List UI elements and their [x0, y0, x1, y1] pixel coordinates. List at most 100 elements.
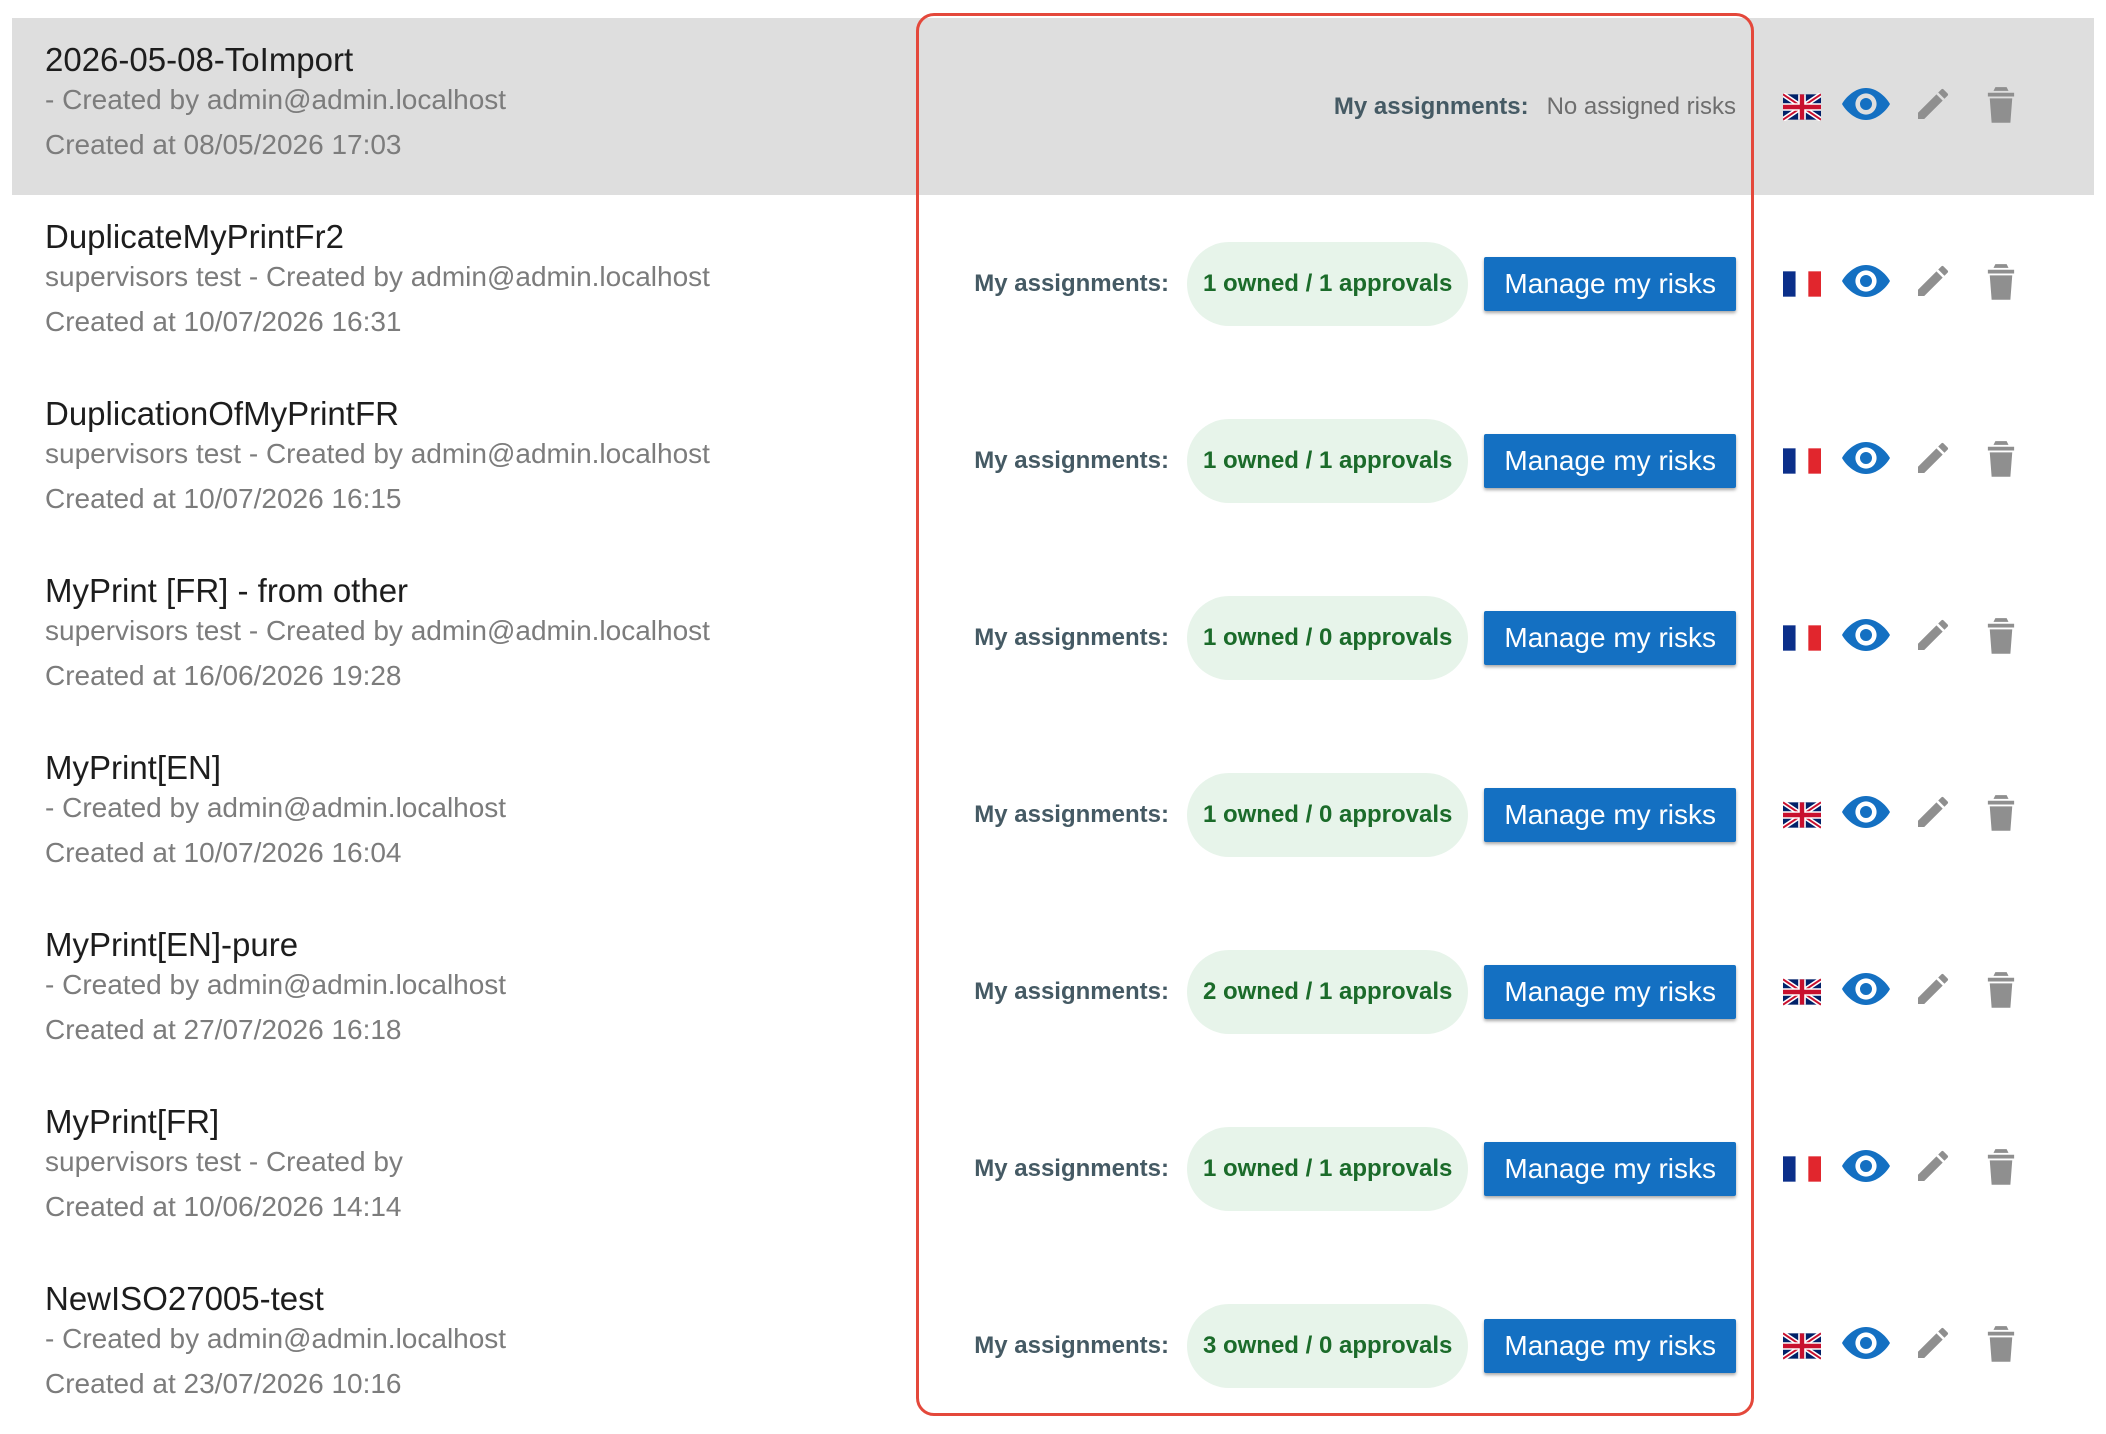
uk-flag-icon — [1782, 903, 1822, 1080]
eye-icon[interactable] — [1840, 1080, 1892, 1257]
fr-flag-icon — [1782, 195, 1822, 372]
trash-icon[interactable] — [1984, 1257, 2018, 1434]
trash-icon[interactable] — [1984, 372, 2018, 549]
item-info: DuplicationOfMyPrintFR supervisors test … — [45, 394, 710, 521]
item-title[interactable]: MyPrint[EN]-pure — [45, 925, 506, 965]
item-title[interactable]: MyPrint [FR] - from other — [45, 571, 710, 611]
eye-icon[interactable] — [1840, 1257, 1892, 1434]
assignment-count-badge: 3 owned / 0 approvals — [1186, 1303, 1469, 1388]
assignments-area: My assignments: 1 owned / 1 approvals Ma… — [974, 195, 1736, 372]
assignments-area: My assignments: 1 owned / 1 approvals Ma… — [974, 372, 1736, 549]
item-title[interactable]: MyPrint[EN] — [45, 748, 506, 788]
uk-flag-icon — [1782, 726, 1822, 903]
fr-flag-icon — [1782, 1080, 1822, 1257]
item-title[interactable]: NewISO27005-test — [45, 1279, 506, 1319]
item-subtitle: - Created by admin@admin.localhost — [45, 84, 507, 115]
trash-icon[interactable] — [1984, 549, 2018, 726]
item-title[interactable]: DuplicateMyPrintFr2 — [45, 217, 710, 257]
assignment-count-badge: 1 owned / 0 approvals — [1186, 772, 1469, 857]
item-info: NewISO27005-test - Created by admin@admi… — [45, 1279, 506, 1406]
item-created-at: Created at 10/07/2026 16:15 — [45, 483, 402, 514]
assignments-label: My assignments: — [974, 800, 1169, 828]
item-created-at: Created at 27/07/2026 16:18 — [45, 1014, 402, 1045]
pencil-icon[interactable] — [1910, 1080, 1956, 1257]
eye-icon[interactable] — [1840, 18, 1892, 195]
item-subtitle: supervisors test - Created by — [45, 1146, 403, 1177]
uk-flag-icon — [1782, 18, 1822, 195]
item-subtitle: supervisors test - Created by admin@admi… — [45, 261, 710, 292]
assignments-label: My assignments: — [974, 623, 1169, 651]
trash-icon[interactable] — [1984, 195, 2018, 372]
eye-icon[interactable] — [1840, 726, 1892, 903]
list-item[interactable]: MyPrint[EN] - Created by admin@admin.loc… — [12, 726, 2094, 903]
manage-my-risks-button[interactable]: Manage my risks — [1484, 964, 1736, 1019]
list-item[interactable]: MyPrint[FR] supervisors test - Created b… — [12, 1080, 2094, 1257]
manage-my-risks-button[interactable]: Manage my risks — [1484, 1141, 1736, 1196]
trash-icon[interactable] — [1984, 18, 2018, 195]
list-item[interactable]: NewISO27005-test - Created by admin@admi… — [12, 1257, 2094, 1434]
item-info: MyPrint[EN]-pure - Created by admin@admi… — [45, 925, 506, 1052]
assignments-label: My assignments: — [974, 1154, 1169, 1182]
pencil-icon[interactable] — [1910, 1257, 1956, 1434]
item-title[interactable]: MyPrint[FR] — [45, 1102, 403, 1142]
eye-icon[interactable] — [1840, 903, 1892, 1080]
eye-icon[interactable] — [1840, 549, 1892, 726]
assignment-count-badge: 2 owned / 1 approvals — [1186, 949, 1469, 1034]
manage-my-risks-button[interactable]: Manage my risks — [1484, 1318, 1736, 1373]
item-created-at: Created at 10/07/2026 16:31 — [45, 306, 402, 337]
trash-icon[interactable] — [1984, 1080, 2018, 1257]
item-created-at: Created at 16/06/2026 19:28 — [45, 660, 402, 691]
manage-my-risks-button[interactable]: Manage my risks — [1484, 787, 1736, 842]
manage-my-risks-button[interactable]: Manage my risks — [1484, 256, 1736, 311]
list-item[interactable]: MyPrint [FR] - from other supervisors te… — [12, 549, 2094, 726]
risk-analysis-list: 2026-05-08-ToImport - Created by admin@a… — [12, 18, 2094, 1434]
item-subtitle: supervisors test - Created by admin@admi… — [45, 438, 710, 469]
pencil-icon[interactable] — [1910, 195, 1956, 372]
item-title[interactable]: 2026-05-08-ToImport — [45, 40, 506, 80]
uk-flag-icon — [1782, 1257, 1822, 1434]
assignment-count-badge: 1 owned / 0 approvals — [1186, 595, 1469, 680]
eye-icon[interactable] — [1840, 195, 1892, 372]
no-assigned-risks-text: No assigned risks — [1546, 92, 1736, 120]
item-created-at: Created at 08/05/2026 17:03 — [45, 129, 402, 160]
item-info: 2026-05-08-ToImport - Created by admin@a… — [45, 40, 506, 167]
fr-flag-icon — [1782, 549, 1822, 726]
assignments-area: My assignments: 1 owned / 0 approvals Ma… — [974, 549, 1736, 726]
item-info: MyPrint [FR] - from other supervisors te… — [45, 571, 710, 698]
manage-my-risks-button[interactable]: Manage my risks — [1484, 433, 1736, 488]
trash-icon[interactable] — [1984, 726, 2018, 903]
item-title[interactable]: DuplicationOfMyPrintFR — [45, 394, 710, 434]
assignments-label: My assignments: — [1333, 92, 1529, 120]
list-item[interactable]: MyPrint[EN]-pure - Created by admin@admi… — [12, 903, 2094, 1080]
pencil-icon[interactable] — [1910, 372, 1956, 549]
list-item[interactable]: DuplicationOfMyPrintFR supervisors test … — [12, 372, 2094, 549]
item-created-at: Created at 10/06/2026 14:14 — [45, 1191, 402, 1222]
fr-flag-icon — [1782, 372, 1822, 549]
assignments-label: My assignments: — [974, 269, 1169, 297]
list-item[interactable]: DuplicateMyPrintFr2 supervisors test - C… — [12, 195, 2094, 372]
pencil-icon[interactable] — [1910, 18, 1956, 195]
assignments-area: My assignments: 2 owned / 1 approvals Ma… — [974, 903, 1736, 1080]
pencil-icon[interactable] — [1910, 549, 1956, 726]
item-created-at: Created at 23/07/2026 10:16 — [45, 1368, 402, 1399]
assignments-area: My assignments: 3 owned / 0 approvals Ma… — [974, 1257, 1736, 1434]
assignment-count-badge: 1 owned / 1 approvals — [1186, 241, 1469, 326]
item-subtitle: supervisors test - Created by admin@admi… — [45, 615, 710, 646]
manage-my-risks-button[interactable]: Manage my risks — [1484, 610, 1736, 665]
assignments-area: My assignments: 1 owned / 0 approvals Ma… — [974, 726, 1736, 903]
item-subtitle: - Created by admin@admin.localhost — [45, 969, 507, 1000]
pencil-icon[interactable] — [1910, 903, 1956, 1080]
item-subtitle: - Created by admin@admin.localhost — [45, 1323, 507, 1354]
pencil-icon[interactable] — [1910, 726, 1956, 903]
list-item[interactable]: 2026-05-08-ToImport - Created by admin@a… — [12, 18, 2094, 195]
assignments-label: My assignments: — [974, 446, 1169, 474]
trash-icon[interactable] — [1984, 903, 2018, 1080]
assignments-label: My assignments: — [974, 1331, 1169, 1359]
item-info: MyPrint[FR] supervisors test - Created b… — [45, 1102, 403, 1229]
assignments-area: My assignments: 1 owned / 1 approvals Ma… — [974, 1080, 1736, 1257]
assignments-label: My assignments: — [974, 977, 1169, 1005]
item-info: MyPrint[EN] - Created by admin@admin.loc… — [45, 748, 506, 875]
item-subtitle: - Created by admin@admin.localhost — [45, 792, 507, 823]
item-created-at: Created at 10/07/2026 16:04 — [45, 837, 402, 868]
eye-icon[interactable] — [1840, 372, 1892, 549]
